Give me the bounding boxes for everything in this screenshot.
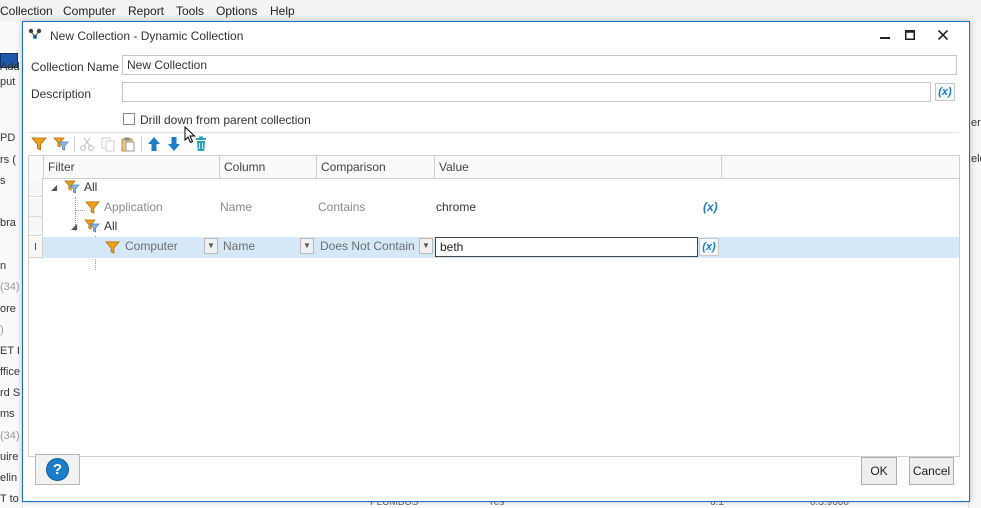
ok-button[interactable]: OK [861, 457, 897, 485]
filter-row-selected[interactable]: I Computer ▼ Name ▼ Does Not Contain ▼ b… [29, 237, 959, 258]
column-header-comparison[interactable]: Comparison [317, 156, 435, 178]
menu-options[interactable]: Options [216, 4, 257, 18]
value-variable-button[interactable]: (x) [699, 238, 719, 256]
left-fragment: rs ( [0, 154, 16, 166]
left-fragment: bra [0, 217, 16, 229]
left-fragment: T to scan [0, 493, 22, 505]
paste-icon[interactable] [120, 136, 136, 152]
filter-icon [105, 240, 120, 258]
filter-grid: Filter Column Comparison Value ◢ All App… [28, 155, 960, 457]
column-dropdown-button[interactable]: ▼ [300, 238, 314, 254]
filter-group-icon [64, 180, 80, 198]
comparison-cell[interactable]: Contains [318, 198, 365, 217]
column-cell[interactable]: Name [220, 198, 252, 217]
app-menubar: Collection Computer Report Tools Options… [0, 0, 981, 22]
description-input[interactable] [122, 82, 931, 102]
row-header[interactable]: I [29, 237, 43, 258]
collection-icon [28, 28, 42, 40]
variable-button[interactable]: (x) [703, 198, 718, 217]
left-fragment: ) [0, 324, 4, 336]
menu-help[interactable]: Help [270, 4, 295, 18]
left-fragment: n [0, 260, 7, 272]
collection-name-input[interactable] [122, 55, 957, 75]
menu-computer[interactable]: Computer [63, 4, 116, 18]
comparison-dropdown-button[interactable]: ▼ [419, 238, 433, 254]
add-group-icon[interactable] [53, 136, 69, 152]
value-input[interactable]: beth [435, 237, 698, 257]
description-variable-button[interactable]: (x) [935, 83, 955, 101]
collapse-triangle-icon[interactable]: ◢ [71, 222, 77, 231]
minimize-icon [880, 37, 890, 40]
toolbar-separator [74, 136, 75, 152]
drill-down-checkbox[interactable] [123, 113, 135, 125]
filter-dropdown-button[interactable]: ▼ [204, 238, 218, 254]
add-filter-icon[interactable] [31, 136, 47, 152]
left-fragment: uire [0, 451, 19, 463]
filter-group-icon [84, 219, 100, 237]
tree-row[interactable]: ◢ All [29, 178, 959, 197]
move-down-icon[interactable] [166, 136, 182, 152]
filter-cell[interactable]: Application [104, 198, 163, 217]
collapse-triangle-icon[interactable]: ◢ [51, 183, 57, 192]
grid-header: Filter Column Comparison Value [29, 156, 959, 179]
menu-tools[interactable]: Tools [176, 4, 204, 18]
app-left-panel: Add put PD rs ( s bra n (34) ore ) ET I … [0, 21, 23, 508]
move-up-icon[interactable] [146, 136, 162, 152]
filter-row[interactable]: Application Name Contains chrome (x) [29, 198, 959, 217]
filter-icon [85, 200, 100, 218]
left-fragment: ffice [0, 366, 20, 378]
left-fragment: (34) [0, 281, 20, 293]
comparison-combo[interactable]: Does Not Contain [318, 238, 417, 255]
column-combo[interactable]: Name [221, 238, 299, 255]
left-fragment: (34) [0, 430, 20, 442]
close-button[interactable] [927, 22, 959, 46]
column-header-filter[interactable]: Filter [44, 156, 220, 178]
drill-down-label: Drill down from parent collection [140, 113, 311, 127]
left-fragment: elin [0, 472, 18, 484]
divider [29, 132, 959, 133]
group-label: All [84, 180, 98, 194]
copy-icon[interactable] [100, 136, 116, 152]
row-header[interactable] [29, 217, 43, 236]
filter-combo[interactable]: Computer [123, 238, 203, 255]
cut-icon[interactable] [79, 136, 95, 152]
menu-collection[interactable]: Collection [0, 4, 53, 18]
left-fragment: Add [0, 61, 20, 73]
value-cell[interactable]: chrome [436, 198, 476, 217]
help-button[interactable]: ? [35, 454, 80, 485]
header-corner [29, 156, 44, 178]
help-icon: ? [46, 458, 69, 481]
dialog-titlebar[interactable]: New Collection - Dynamic Collection [23, 22, 969, 47]
group-label: All [104, 219, 118, 233]
left-fragment: rd S [0, 387, 21, 399]
maximize-icon [905, 30, 915, 41]
maximize-button[interactable] [894, 22, 926, 46]
left-fragment: put [0, 76, 16, 88]
left-fragment: ms [0, 408, 15, 420]
close-icon [937, 30, 949, 41]
description-label: Description [31, 87, 92, 101]
column-header-column[interactable]: Column [220, 156, 317, 178]
right-fragment: ere [971, 117, 981, 129]
row-header[interactable] [29, 198, 43, 217]
menu-report[interactable]: Report [128, 4, 164, 18]
toolbar-separator [141, 136, 142, 152]
cancel-button[interactable]: Cancel [909, 457, 954, 485]
new-collection-dialog: New Collection - Dynamic Collection Coll… [22, 21, 970, 502]
left-fragment: ore [0, 303, 16, 315]
mouse-cursor-icon [184, 126, 196, 144]
tree-row[interactable]: ◢ All [29, 217, 959, 236]
collection-name-label: Collection Name [31, 60, 120, 74]
right-fragment: ele [971, 153, 981, 165]
row-header[interactable] [29, 178, 43, 197]
left-fragment: ET I [0, 345, 20, 357]
row-header [29, 258, 43, 259]
left-fragment: PD [0, 132, 16, 144]
dialog-title: New Collection - Dynamic Collection [50, 29, 244, 43]
left-fragment: s [0, 175, 6, 187]
column-header-value[interactable]: Value [435, 156, 722, 178]
